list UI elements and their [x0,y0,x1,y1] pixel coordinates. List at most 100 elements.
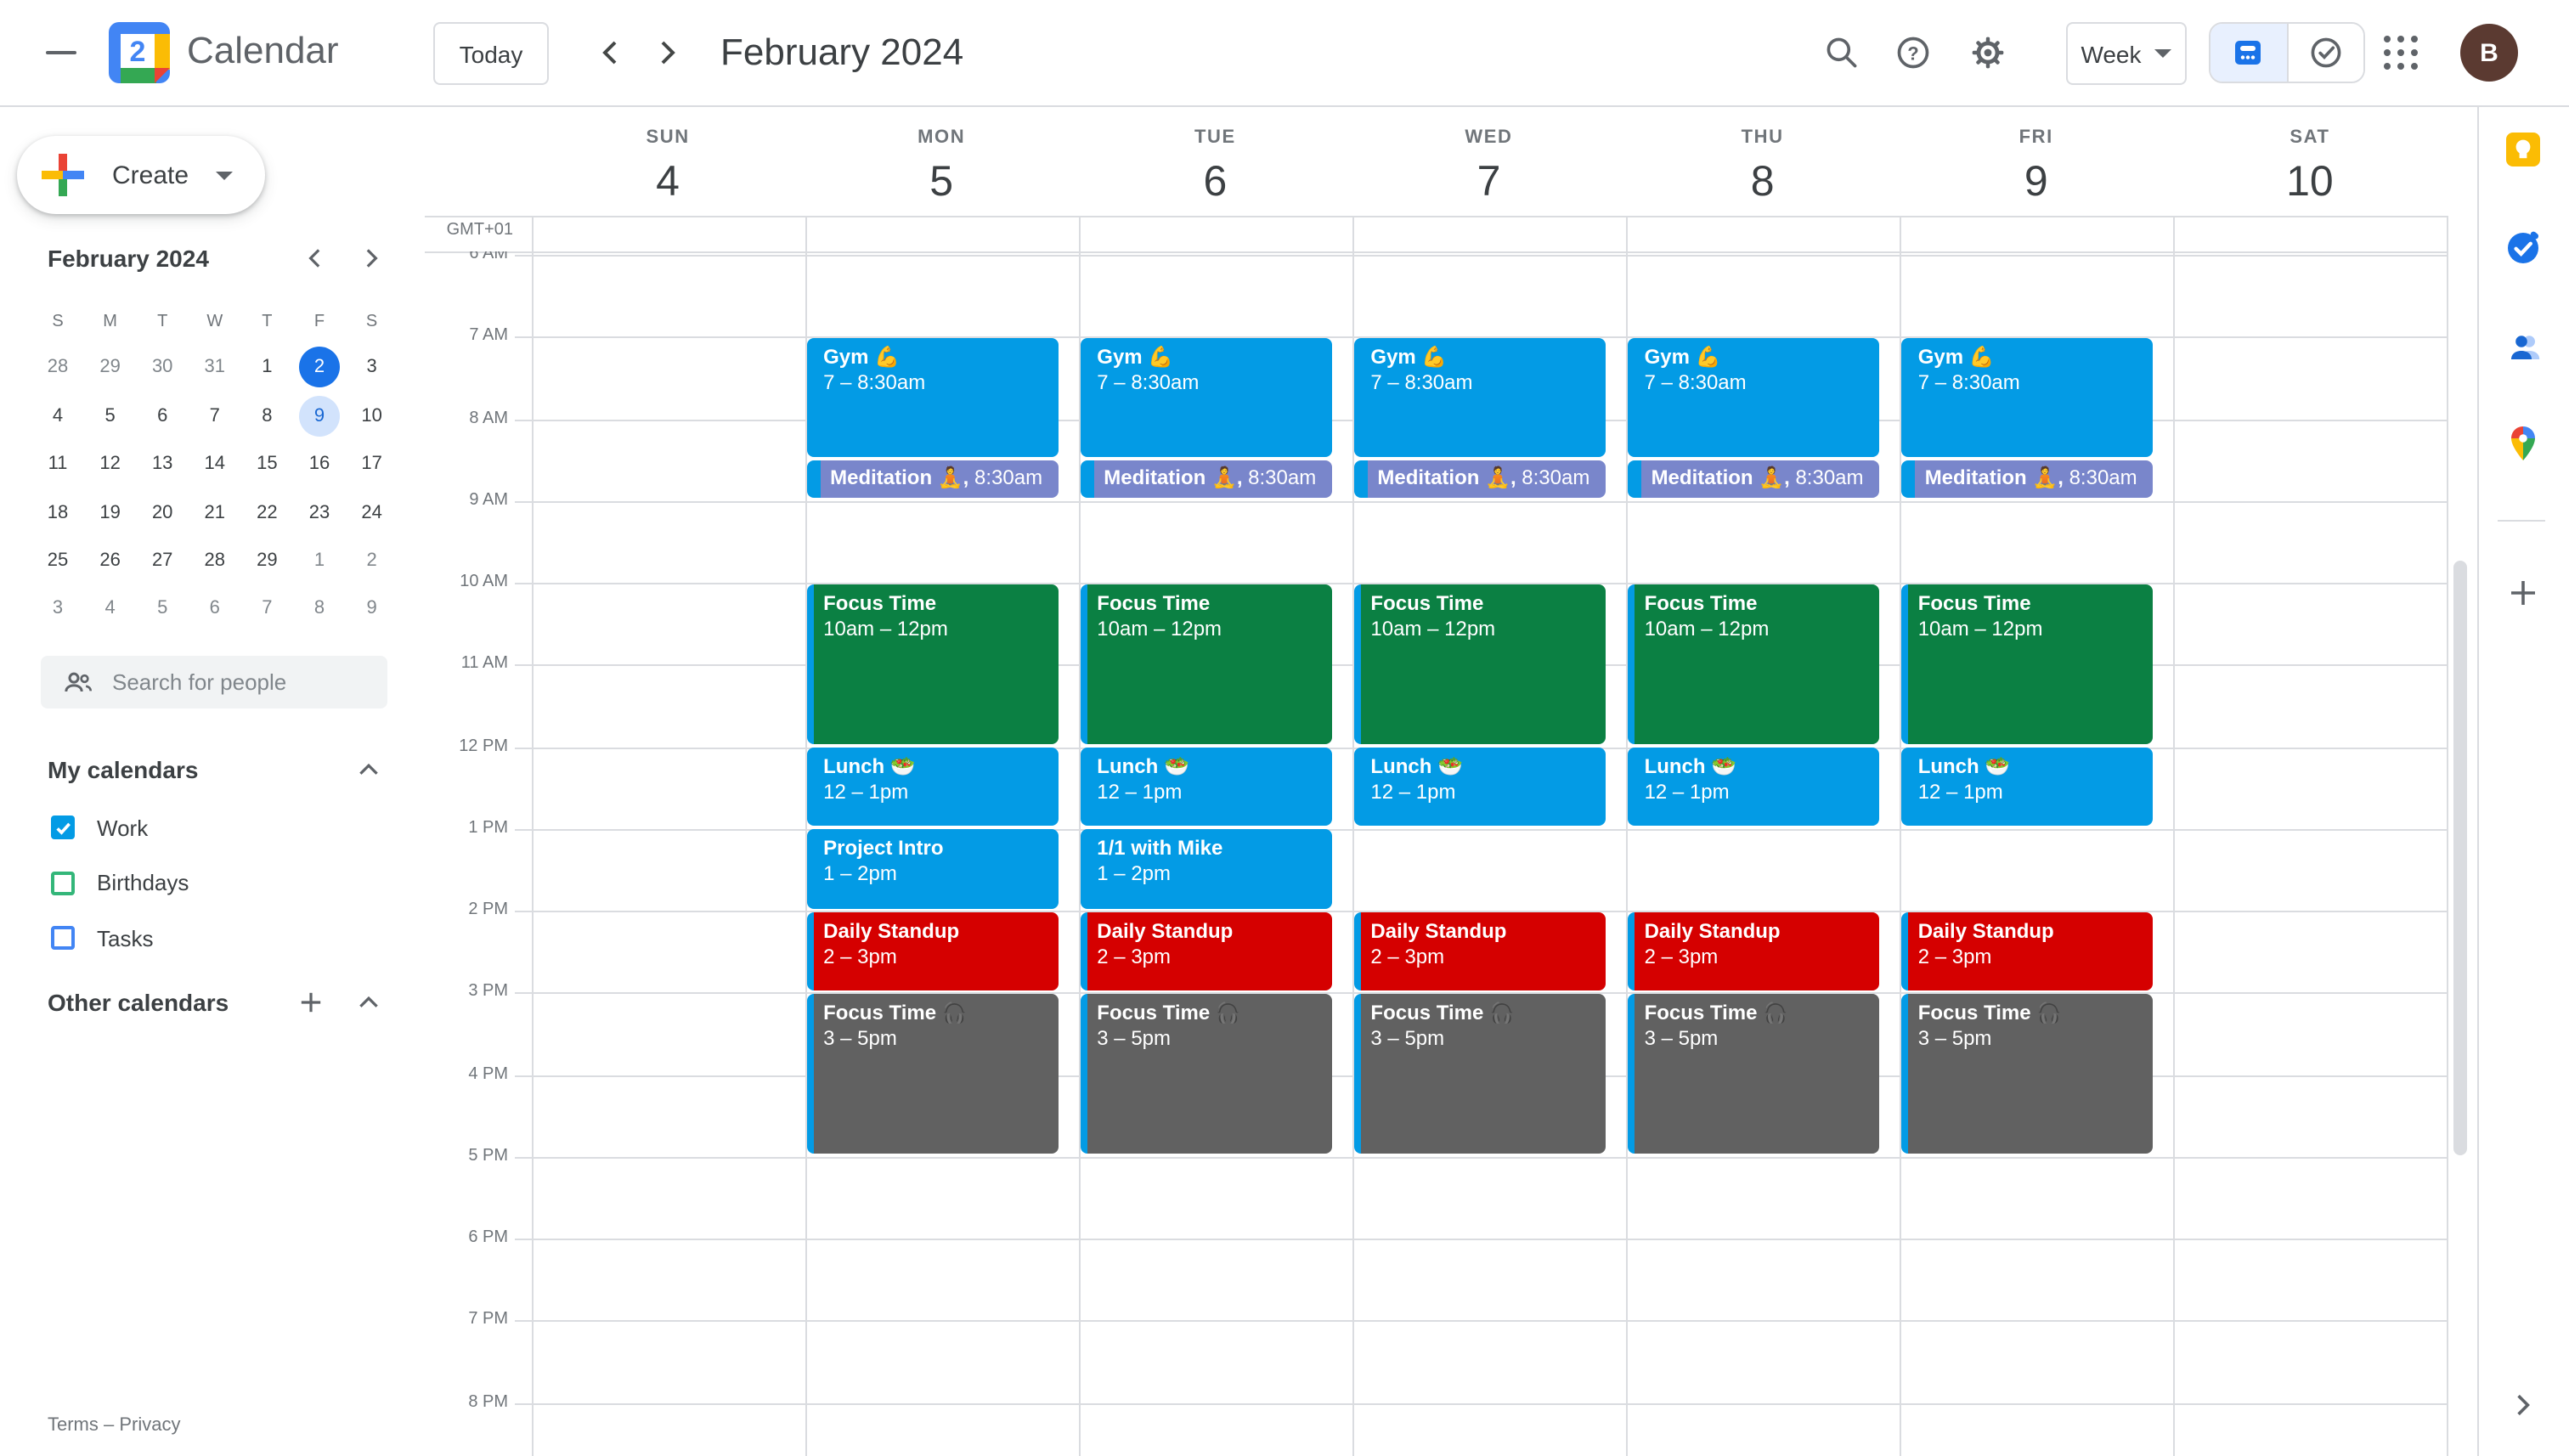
event-chip-focus-time-am[interactable]: Focus Time10am – 12pm [1353,584,1605,744]
mini-calendar-day[interactable]: 15 [240,440,293,488]
time-grid-scrollbar[interactable] [2453,561,2467,1155]
mini-calendar-day[interactable]: 2 [346,537,398,584]
day-header-tue[interactable]: TUE6 [1078,127,1352,207]
mini-calendar-day[interactable]: 19 [84,488,137,536]
maps-button[interactable] [2493,413,2554,474]
contacts-button[interactable] [2493,316,2554,377]
event-chip-daily-standup[interactable]: Daily Standup2 – 3pm [1080,911,1331,990]
day-number[interactable]: 9 [1900,158,2173,207]
calendar-list-item-work[interactable]: Work [0,804,408,851]
mini-calendar-day[interactable]: 24 [346,488,398,536]
event-chip-gym[interactable]: Gym 💪7 – 8:30am [1353,338,1605,458]
event-chip-gym[interactable]: Gym 💪7 – 8:30am [806,338,1058,458]
day-number[interactable]: 10 [2173,158,2447,207]
mini-calendar-day[interactable]: 5 [84,392,137,439]
mini-calendar-day[interactable]: 31 [189,344,241,392]
mini-calendar-day[interactable]: 1 [240,344,293,392]
event-chip-focus-time-am[interactable]: Focus Time10am – 12pm [1080,584,1331,744]
mini-calendar-day[interactable]: 9 [346,585,398,633]
tasks-view-toggle-button[interactable] [2286,24,2363,82]
event-chip-project-intro[interactable]: Project Intro1 – 2pm [806,830,1058,909]
keep-button[interactable] [2493,119,2554,180]
mini-calendar-day[interactable]: 20 [136,488,189,536]
event-chip-gym[interactable]: Gym 💪7 – 8:30am [1901,338,2153,458]
event-chip-focus-time-pm[interactable]: Focus Time 🎧3 – 5pm [806,994,1058,1154]
tasks-button[interactable] [2493,217,2554,279]
add-other-calendars-button[interactable] [285,977,336,1028]
event-chip-daily-standup[interactable]: Daily Standup2 – 3pm [1901,911,2153,990]
event-chip-lunch[interactable]: Lunch 🥗12 – 1pm [1353,748,1605,827]
mini-calendar-next-button[interactable] [347,234,394,282]
day-number[interactable]: 7 [1352,158,1625,207]
get-addons-button[interactable] [2493,562,2554,624]
today-button[interactable]: Today [433,22,549,85]
event-chip-meditation[interactable]: Meditation 🧘, 8:30am [1628,460,1879,498]
mini-calendar-day[interactable]: 8 [240,392,293,439]
event-chip-focus-time-am[interactable]: Focus Time10am – 12pm [1901,584,2153,744]
mini-calendar-day[interactable]: 1 [293,537,346,584]
mini-calendar-day[interactable]: 5 [136,585,189,633]
calendar-checkbox[interactable] [51,871,75,894]
calendar-list-item-birthdays[interactable]: Birthdays [0,859,408,906]
support-button[interactable]: ? [1879,19,1947,87]
terms-privacy-links[interactable]: Terms – Privacy [48,1415,181,1436]
mini-calendar-day[interactable]: 23 [293,488,346,536]
day-number[interactable]: 4 [531,158,805,207]
day-header-thu[interactable]: THU8 [1626,127,1900,207]
time-grid[interactable]: 6 AM7 AM8 AM9 AM10 AM11 AM12 PM1 PM2 PM3… [425,251,2447,1456]
show-side-panel-button[interactable] [2493,1374,2554,1436]
mini-calendar-day[interactable]: 10 [346,392,398,439]
mini-calendar-day[interactable]: 25 [31,537,84,584]
next-week-button[interactable] [632,19,700,87]
mini-calendar-day[interactable]: 14 [189,440,241,488]
settings-button[interactable] [1954,19,2022,87]
mini-calendar-day[interactable]: 4 [84,585,137,633]
mini-calendar-day[interactable]: 16 [293,440,346,488]
mini-calendar-day[interactable]: 17 [346,440,398,488]
day-header-wed[interactable]: WED7 [1352,127,1625,207]
day-number[interactable]: 8 [1626,158,1900,207]
mini-calendar-day[interactable]: 18 [31,488,84,536]
calendar-checkbox[interactable] [51,815,75,839]
mini-calendar-day[interactable]: 27 [136,537,189,584]
event-chip-meditation[interactable]: Meditation 🧘, 8:30am [1901,460,2153,498]
event-chip-focus-time-pm[interactable]: Focus Time 🎧3 – 5pm [1628,994,1879,1154]
mini-calendar-day[interactable]: 13 [136,440,189,488]
event-chip-lunch[interactable]: Lunch 🥗12 – 1pm [806,748,1058,827]
create-button[interactable]: Create [17,136,265,214]
mini-calendar-day[interactable]: 9 [293,392,346,439]
mini-calendar-day[interactable]: 4 [31,392,84,439]
day-header-sun[interactable]: SUN4 [531,127,805,207]
event-chip-daily-standup[interactable]: Daily Standup2 – 3pm [1353,911,1605,990]
my-calendars-collapse-button[interactable] [343,744,394,795]
event-chip-daily-standup[interactable]: Daily Standup2 – 3pm [806,911,1058,990]
event-chip-lunch[interactable]: Lunch 🥗12 – 1pm [1901,748,2153,827]
mini-calendar-day[interactable]: 28 [31,344,84,392]
event-chip-meditation[interactable]: Meditation 🧘, 8:30am [806,460,1058,498]
account-avatar[interactable]: B [2460,24,2518,82]
mini-calendar-prev-button[interactable] [292,234,340,282]
event-chip-daily-standup[interactable]: Daily Standup2 – 3pm [1628,911,1879,990]
day-header-mon[interactable]: MON5 [805,127,1078,207]
mini-calendar-day[interactable]: 21 [189,488,241,536]
mini-calendar-day[interactable]: 29 [84,344,137,392]
event-chip-focus-time-pm[interactable]: Focus Time 🎧3 – 5pm [1901,994,2153,1154]
main-menu-button[interactable] [27,19,95,87]
mini-calendar-day[interactable]: 30 [136,344,189,392]
mini-calendar-day[interactable]: 3 [31,585,84,633]
other-calendars-collapse-button[interactable] [343,977,394,1028]
day-number[interactable]: 5 [805,158,1078,207]
calendar-view-toggle-button[interactable] [2210,24,2286,82]
search-button[interactable] [1808,19,1876,87]
event-chip-lunch[interactable]: Lunch 🥗12 – 1pm [1628,748,1879,827]
event-chip-one-on-one-mike[interactable]: 1/1 with Mike1 – 2pm [1080,830,1331,909]
view-selector-dropdown[interactable]: Week [2066,22,2187,85]
event-chip-lunch[interactable]: Lunch 🥗12 – 1pm [1080,748,1331,827]
day-number[interactable]: 6 [1078,158,1352,207]
mini-calendar-day[interactable]: 28 [189,537,241,584]
event-chip-focus-time-pm[interactable]: Focus Time 🎧3 – 5pm [1080,994,1331,1154]
mini-calendar-day[interactable]: 6 [189,585,241,633]
mini-calendar-day[interactable]: 7 [240,585,293,633]
search-people-field[interactable]: Search for people [41,656,387,708]
mini-calendar-day[interactable]: 3 [346,344,398,392]
